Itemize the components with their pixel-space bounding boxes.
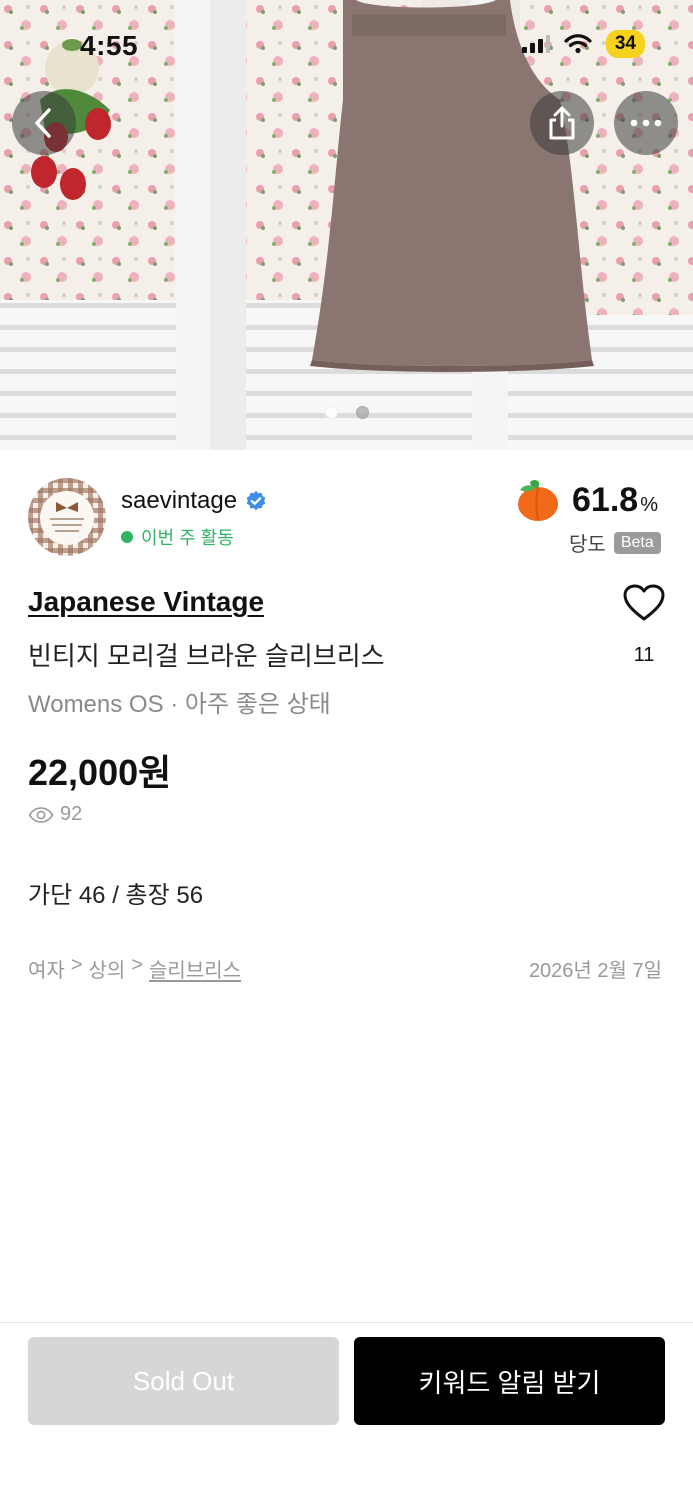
breadcrumb-level2: 상의 (88, 960, 126, 982)
peach-score-unit: % (640, 493, 658, 516)
seller-avatar[interactable] (28, 478, 106, 556)
breadcrumb-separator: > (131, 954, 143, 976)
category-breadcrumb: 여자 > 상의 > 슬리브리스 (28, 954, 241, 983)
seller-activity: 이번 주 활동 (121, 524, 234, 550)
product-price: 22,000원 (28, 752, 172, 793)
product-image-carousel[interactable]: 4:55 34 (0, 0, 693, 450)
seller-name-row[interactable]: saevintage (121, 487, 267, 515)
product-description: 가단 46 / 총장 56 (28, 882, 204, 909)
breadcrumb-level1: 여자 (28, 960, 65, 982)
peach-score-number: 61.8 (572, 480, 639, 519)
view-count-value: 92 (60, 803, 83, 825)
more-button[interactable] (614, 91, 678, 155)
more-dots-icon (630, 119, 662, 127)
peach-label-row: 당도 Beta (569, 528, 661, 557)
share-icon (549, 106, 575, 140)
avatar-image (28, 478, 106, 556)
eye-icon (28, 806, 54, 823)
view-count: 92 (28, 803, 82, 826)
product-title: 빈티지 모리걸 브라운 슬리브리스 (28, 641, 385, 671)
status-icons: 34 (521, 30, 645, 58)
like-count: 11 (633, 644, 655, 666)
peach-score-value: 61.8% (572, 481, 658, 520)
sold-out-button[interactable]: Sold Out (28, 1337, 339, 1425)
product-photo (0, 0, 693, 450)
beta-badge: Beta (613, 531, 661, 554)
product-meta: Womens OS · 아주 좋은 상태 (28, 691, 331, 718)
status-time: 4:55 (80, 30, 139, 61)
back-button[interactable] (12, 91, 76, 155)
signal-icon (521, 35, 550, 53)
activity-dot-icon (121, 531, 133, 543)
carousel-dot[interactable] (355, 406, 369, 419)
share-button[interactable] (530, 91, 594, 155)
activity-label: 이번 주 활동 (141, 528, 234, 548)
peach-label: 당도 (569, 534, 606, 556)
verified-badge-icon (246, 491, 266, 511)
like-button[interactable] (620, 584, 668, 627)
wifi-icon (564, 34, 592, 54)
peach-score[interactable]: 61.8% (514, 478, 658, 522)
bottom-bar-divider (0, 1322, 693, 1323)
peach-icon (518, 480, 558, 521)
seller-name[interactable]: saevintage (121, 487, 237, 515)
posted-date: 2026년 2월 7일 (528, 960, 662, 982)
breadcrumb-separator: > (70, 954, 83, 976)
heart-icon (623, 584, 665, 621)
carousel-indicator (0, 406, 693, 419)
brand-link[interactable]: Japanese Vintage (28, 586, 264, 618)
breadcrumb-level3-link[interactable]: 슬리브리스 (149, 954, 241, 983)
keyword-alert-button[interactable]: 키워드 알림 받기 (354, 1337, 665, 1425)
chevron-left-icon (35, 108, 51, 138)
carousel-dot-active[interactable] (324, 406, 338, 419)
battery-level: 34 (605, 30, 645, 58)
